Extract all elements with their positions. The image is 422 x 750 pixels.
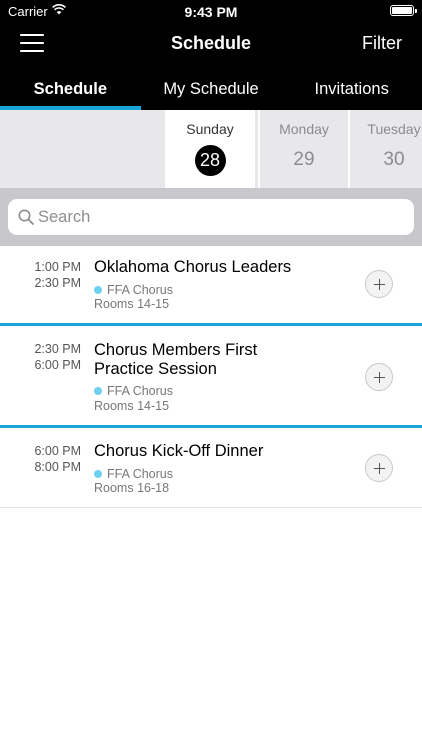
tab-bar: Schedule My Schedule Invitations: [0, 70, 422, 110]
navigation-bar: Schedule Filter: [0, 24, 422, 64]
event-start-time: 6:00 PM: [34, 444, 81, 458]
event-location: Rooms 14-15: [94, 399, 170, 413]
event-start-time: 2:30 PM: [34, 342, 81, 356]
event-location: Rooms 14-15: [94, 297, 170, 311]
day-name: Sunday: [186, 121, 234, 137]
track-color-dot: [94, 286, 102, 294]
day-name: Monday: [279, 121, 329, 137]
day-sunday[interactable]: Sunday 28: [165, 110, 255, 188]
event-location: Rooms 16-18: [94, 481, 170, 495]
tab-invitations[interactable]: Invitations: [281, 70, 422, 110]
event-track: FFA Chorus: [94, 384, 173, 399]
event-track: FFA Chorus: [94, 467, 173, 482]
day-tuesday[interactable]: Tuesday 30: [348, 110, 422, 188]
day-number: 29: [293, 149, 315, 170]
tab-schedule[interactable]: Schedule: [0, 70, 141, 110]
search-icon: [18, 209, 34, 225]
track-color-dot: [94, 387, 102, 395]
event-track-label: FFA Chorus: [107, 283, 173, 297]
search-input[interactable]: [38, 199, 398, 235]
list-item[interactable]: 2:30 PM 6:00 PM Chorus Members First Pra…: [0, 326, 422, 428]
event-times: 2:30 PM 6:00 PM: [0, 342, 81, 374]
event-track: FFA Chorus: [94, 283, 173, 298]
event-title: Oklahoma Chorus Leaders: [94, 258, 292, 276]
day-name: Tuesday: [367, 121, 421, 137]
list-item[interactable]: 6:00 PM 8:00 PM Chorus Kick-Off Dinner F…: [0, 428, 422, 508]
add-to-schedule-button[interactable]: [365, 363, 393, 391]
filter-button[interactable]: Filter: [362, 33, 402, 54]
day-number: 28: [194, 145, 226, 176]
page-title: Schedule: [170, 33, 252, 53]
add-to-schedule-button[interactable]: [365, 454, 393, 482]
event-start-time: 1:00 PM: [34, 260, 81, 274]
event-end-time: 2:30 PM: [34, 276, 81, 290]
day-monday[interactable]: Monday 29: [258, 110, 348, 188]
track-color-dot: [94, 470, 102, 478]
search-field: [8, 199, 414, 235]
event-list: 1:00 PM 2:30 PM Oklahoma Chorus Leaders …: [0, 246, 422, 508]
top-bar: Carrier 9:43 PM Schedule Filter Schedule…: [0, 0, 422, 110]
status-time: 9:43 PM: [184, 4, 238, 20]
date-picker-strip: Sunday 28 Monday 29 Tuesday 30: [0, 110, 422, 188]
tab-my-schedule[interactable]: My Schedule: [141, 70, 282, 110]
event-end-time: 6:00 PM: [34, 358, 81, 372]
event-title: Chorus Kick-Off Dinner: [94, 442, 264, 460]
event-times: 1:00 PM 2:30 PM: [0, 260, 81, 292]
list-item[interactable]: 1:00 PM 2:30 PM Oklahoma Chorus Leaders …: [0, 246, 422, 326]
day-number: 30: [383, 149, 405, 170]
event-track-label: FFA Chorus: [107, 467, 173, 481]
event-title: Chorus Members First Practice Session: [94, 341, 258, 378]
event-end-time: 8:00 PM: [34, 460, 81, 474]
event-times: 6:00 PM 8:00 PM: [0, 444, 81, 476]
add-to-schedule-button[interactable]: [365, 270, 393, 298]
status-bar: Carrier 9:43 PM: [0, 0, 422, 22]
battery-icon: [390, 5, 417, 16]
search-bar-container: [0, 188, 422, 246]
event-track-label: FFA Chorus: [107, 384, 173, 398]
